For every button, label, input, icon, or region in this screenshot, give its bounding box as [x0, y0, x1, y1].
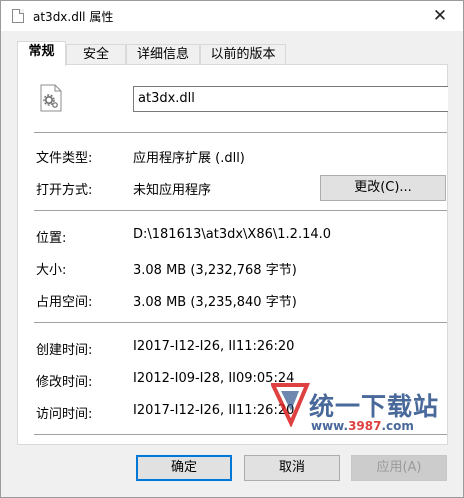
file-name-field[interactable]: at3dx.dll	[133, 86, 448, 112]
accessed-label: 访问时间:	[36, 407, 93, 422]
watermark-url: www.3987.com	[311, 419, 414, 433]
file-icon	[12, 9, 24, 23]
location-label: 位置:	[36, 231, 67, 246]
size-value: 3.08 MB (3,232,768 字节)	[133, 263, 297, 278]
close-button[interactable]: ✕	[425, 3, 455, 29]
created-label: 创建时间:	[36, 343, 93, 358]
size-on-disk-value: 3.08 MB (3,235,840 字节)	[133, 295, 297, 310]
title-bar[interactable]: at3dx.dll 属性 ✕	[1, 1, 463, 31]
watermark-brand: 统一下载站	[309, 392, 440, 421]
open-with-label: 打开方式:	[36, 183, 93, 198]
created-value: I2017-I12-I26, II11:26:20	[133, 339, 295, 354]
window-title: at3dx.dll 属性	[33, 10, 114, 24]
location-value: D:\181613\at3dx\X86\1.2.14.0	[133, 227, 332, 242]
file-type-label: 文件类型:	[36, 151, 93, 166]
ok-button[interactable]: 确定	[136, 455, 232, 481]
size-label: 大小:	[36, 263, 67, 278]
tab-general[interactable]: 常规	[17, 41, 66, 66]
divider	[34, 322, 447, 323]
modified-label: 修改时间:	[36, 375, 93, 390]
tab-security[interactable]: 安全	[66, 44, 126, 65]
divider	[34, 210, 447, 211]
dll-file-icon	[40, 84, 62, 112]
tab-details[interactable]: 详细信息	[126, 44, 200, 65]
logo-mark-icon	[271, 383, 311, 427]
change-button[interactable]: 更改(C)...	[320, 175, 446, 201]
size-on-disk-label: 占用空间:	[36, 295, 93, 310]
tab-previous-versions[interactable]: 以前的版本	[200, 44, 286, 65]
cancel-button[interactable]: 取消	[244, 455, 340, 481]
file-type-value: 应用程序扩展 (.dll)	[133, 151, 245, 166]
properties-dialog: at3dx.dll 属性 ✕ 常规 安全 详细信息 以前的版本 at3dx.dl…	[0, 0, 464, 498]
open-with-value: 未知应用程序	[133, 183, 212, 198]
watermark-logo: 统一下载站 www.3987.com	[271, 379, 451, 439]
apply-button[interactable]: 应用(A)	[351, 455, 447, 481]
divider	[34, 132, 447, 133]
